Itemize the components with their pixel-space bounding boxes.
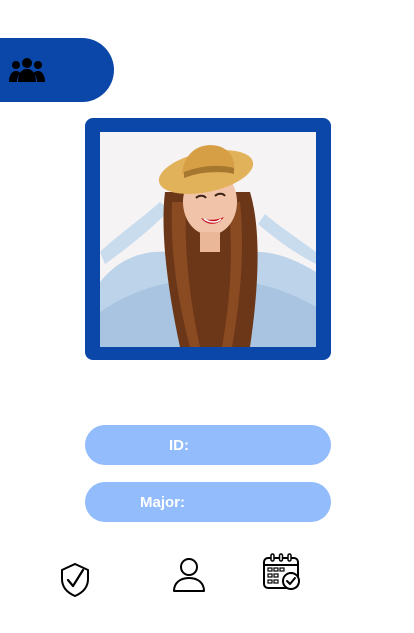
bottom-nav [0,550,414,600]
nav-item-security[interactable] [53,558,97,602]
profile-photo [100,132,316,347]
id-label: ID: [169,436,189,454]
nav-item-schedule[interactable] [259,550,303,594]
group-icon [9,58,45,82]
shield-check-icon [61,562,89,598]
calendar-check-icon [263,553,300,590]
id-field: ID: [85,425,331,465]
photo-frame [85,118,331,360]
id-card-screen: ID: Major: [0,0,414,633]
profile-photo-illustration [100,132,316,347]
group-tab[interactable] [0,38,114,102]
major-field: Major: [85,482,331,522]
nav-item-profile[interactable] [167,552,211,596]
user-icon [173,558,205,592]
major-label: Major: [140,493,185,511]
